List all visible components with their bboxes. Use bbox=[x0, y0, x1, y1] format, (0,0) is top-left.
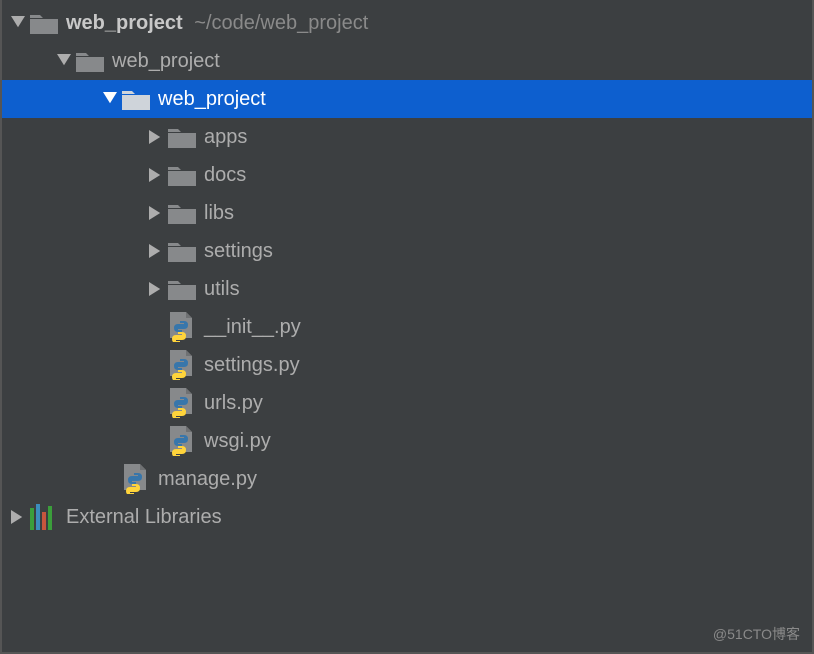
tree-item-label: docs bbox=[202, 164, 246, 187]
python-file-icon bbox=[168, 350, 202, 380]
collapse-arrow-icon[interactable] bbox=[146, 282, 166, 296]
python-file-icon bbox=[168, 388, 202, 418]
folder-icon bbox=[168, 164, 202, 186]
tree-file-row[interactable]: urls.py bbox=[2, 384, 812, 422]
tree-item-label: web_project bbox=[110, 50, 220, 73]
expand-arrow-icon[interactable] bbox=[54, 54, 74, 68]
folder-icon bbox=[30, 12, 64, 34]
tree-item-label: wsgi.py bbox=[202, 430, 271, 453]
tree-item-label: settings.py bbox=[202, 354, 300, 377]
tree-item-label: libs bbox=[202, 202, 234, 225]
python-file-icon bbox=[168, 312, 202, 342]
folder-icon bbox=[168, 202, 202, 224]
tree-item-label: web_project ~/code/web_project bbox=[64, 12, 368, 35]
expand-arrow-icon[interactable] bbox=[8, 16, 28, 30]
tree-item-label: urls.py bbox=[202, 392, 263, 415]
python-file-icon bbox=[122, 464, 156, 494]
folder-icon bbox=[122, 88, 156, 110]
tree-file-row[interactable]: __init__.py bbox=[2, 308, 812, 346]
project-tree: web_project ~/code/web_project web_proje… bbox=[2, 0, 812, 536]
expand-arrow-icon[interactable] bbox=[100, 92, 120, 106]
collapse-arrow-icon[interactable] bbox=[8, 510, 28, 524]
tree-item-label: utils bbox=[202, 278, 240, 301]
tree-item-label: __init__.py bbox=[202, 316, 301, 339]
collapse-arrow-icon[interactable] bbox=[146, 244, 166, 258]
tree-item-label: web_project bbox=[156, 88, 266, 111]
folder-icon bbox=[168, 126, 202, 148]
tree-folder-row[interactable]: apps bbox=[2, 118, 812, 156]
collapse-arrow-icon[interactable] bbox=[146, 168, 166, 182]
tree-item-label: apps bbox=[202, 126, 247, 149]
tree-item-label: settings bbox=[202, 240, 273, 263]
collapse-arrow-icon[interactable] bbox=[146, 206, 166, 220]
tree-file-row[interactable]: manage.py bbox=[2, 460, 812, 498]
folder-icon bbox=[76, 50, 110, 72]
tree-file-row[interactable]: wsgi.py bbox=[2, 422, 812, 460]
tree-folder-row[interactable]: settings bbox=[2, 232, 812, 270]
tree-folder-row[interactable]: docs bbox=[2, 156, 812, 194]
tree-folder-row[interactable]: web_project bbox=[2, 42, 812, 80]
watermark: @51CTO博客 bbox=[713, 624, 800, 644]
tree-item-label: manage.py bbox=[156, 468, 257, 491]
collapse-arrow-icon[interactable] bbox=[146, 130, 166, 144]
tree-folder-row-selected[interactable]: web_project bbox=[2, 80, 812, 118]
libraries-icon bbox=[30, 504, 64, 530]
folder-icon bbox=[168, 240, 202, 262]
tree-folder-row[interactable]: utils bbox=[2, 270, 812, 308]
folder-icon bbox=[168, 278, 202, 300]
external-libraries-row[interactable]: External Libraries bbox=[2, 498, 812, 536]
tree-file-row[interactable]: settings.py bbox=[2, 346, 812, 384]
tree-root-row[interactable]: web_project ~/code/web_project bbox=[2, 4, 812, 42]
tree-item-label: External Libraries bbox=[64, 506, 222, 529]
python-file-icon bbox=[168, 426, 202, 456]
tree-folder-row[interactable]: libs bbox=[2, 194, 812, 232]
